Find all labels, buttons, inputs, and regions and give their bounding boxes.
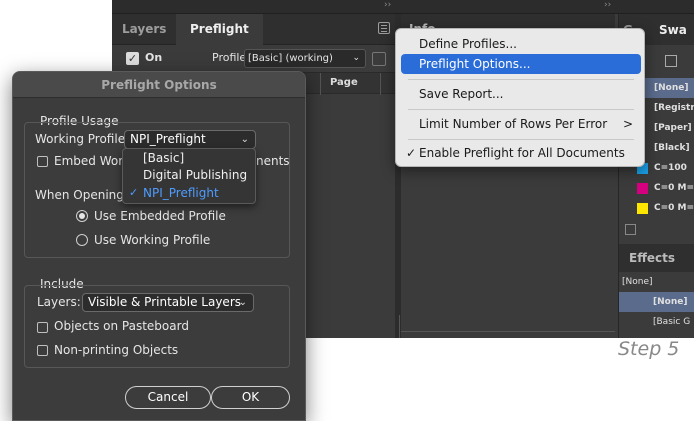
effects-row[interactable]: [None] (619, 292, 694, 312)
page-column-header[interactable]: Page (330, 77, 358, 88)
nonprinting-checkbox[interactable] (37, 345, 48, 356)
layers-select[interactable]: Visible & Printable Layers ⌄ (82, 293, 254, 312)
use-embedded-radio[interactable] (76, 210, 88, 222)
effects-row[interactable]: [None] (619, 272, 694, 292)
swatch-row[interactable]: C=0 M= (619, 198, 694, 218)
dropdown-option-basic[interactable]: [Basic] (143, 151, 184, 165)
menu-divider (408, 109, 634, 110)
use-working-radio[interactable] (76, 234, 88, 246)
menu-divider (408, 139, 634, 140)
swatch-label: [Registra (654, 103, 694, 113)
tab-effects[interactable]: Effects (629, 251, 675, 265)
preflight-controls-row: ✓ On Profile: [Basic] (working) ⌄ (112, 46, 395, 72)
fill-icon[interactable] (665, 55, 677, 67)
chevron-down-icon: ⌄ (240, 134, 249, 145)
swatch-chip (637, 183, 648, 194)
menu-item-label: Enable Preflight for All Documents (419, 146, 625, 160)
preflight-options-dialog: Preflight Options Profile Usage Working … (12, 71, 306, 421)
effects-tab-bar: Effects (619, 244, 694, 272)
chevron-right-icon: > (622, 117, 633, 131)
column-divider (380, 73, 381, 95)
cancel-button[interactable]: Cancel (125, 386, 211, 409)
swatch-label: C=0 M= (654, 183, 694, 193)
swatch-label: [Paper] (654, 123, 692, 133)
ok-button[interactable]: OK (211, 386, 290, 409)
use-embedded-label: Use Embedded Profile (94, 209, 226, 223)
on-label: On (145, 51, 163, 64)
use-working-label: Use Working Profile (94, 233, 211, 247)
new-swatch-icon[interactable] (625, 224, 636, 235)
step-label: Step 5 (618, 338, 680, 360)
nonprinting-label: Non-printing Objects (54, 343, 179, 357)
check-icon: ✓ (129, 186, 139, 199)
preflight-tab-bar: Layers Preflight (112, 14, 395, 45)
dropdown-option-digital-publishing[interactable]: Digital Publishing (143, 168, 247, 182)
embed-profile-icon[interactable] (372, 52, 386, 66)
chevron-down-icon: ⌄ (238, 297, 247, 308)
chevron-down-icon: ⌄ (352, 53, 360, 63)
pasteboard-checkbox[interactable] (37, 322, 48, 333)
check-icon: ✓ (406, 146, 417, 160)
menu-item-preflight-options[interactable]: Preflight Options... (401, 54, 641, 74)
embed-profile-checkbox[interactable] (37, 156, 48, 167)
profile-select[interactable]: [Basic] (working) ⌄ (244, 49, 366, 68)
dialog-title[interactable]: Preflight Options (13, 72, 305, 98)
layers-label: Layers: (37, 295, 81, 309)
tab-layers[interactable]: Layers (122, 14, 166, 45)
column-divider (320, 73, 321, 95)
pasteboard-label: Objects on Pasteboard (54, 319, 189, 333)
working-profile-select[interactable]: NPI_Preflight ⌄ (124, 130, 256, 149)
menu-item-enable-all[interactable]: ✓ Enable Preflight for All Documents (401, 143, 641, 163)
working-profile-dropdown: [Basic] Digital Publishing ✓ NPI_Preflig… (122, 148, 256, 204)
preflight-panel-menu: Define Profiles... Preflight Options... … (395, 28, 645, 167)
embed-profile-label-end: nents (256, 154, 290, 168)
panel-menu-icon[interactable] (378, 22, 390, 34)
working-profile-label: Working Profile: (35, 132, 130, 146)
swatch-chip (637, 203, 648, 214)
collapse-icon[interactable]: ›› (384, 0, 391, 10)
working-profile-value: NPI_Preflight (130, 132, 206, 146)
menu-item-label: Limit Number of Rows Per Error (419, 117, 608, 131)
swatch-label: [Black] (654, 143, 690, 153)
info-divider (401, 331, 615, 332)
collapse-icon[interactable]: ›› (604, 0, 611, 10)
menu-item-save-report[interactable]: Save Report... (401, 84, 641, 104)
profile-select-value: [Basic] (working) (248, 53, 333, 64)
effects-row[interactable]: [Basic G (619, 312, 694, 332)
dropdown-option-npi-preflight[interactable]: NPI_Preflight (143, 186, 219, 200)
info-divider (399, 315, 400, 338)
swatch-label: [None] (654, 83, 689, 93)
swatch-label: C=0 M= (654, 203, 694, 213)
menu-item-limit-rows[interactable]: Limit Number of Rows Per Error > (401, 114, 641, 134)
swatch-row[interactable]: C=0 M= (619, 178, 694, 198)
tab-swatches[interactable]: Swa (659, 23, 687, 37)
layers-select-value: Visible & Printable Layers (88, 295, 241, 309)
menu-divider (408, 79, 634, 80)
on-checkbox[interactable]: ✓ (126, 52, 139, 65)
panel-top-strip: ›› ›› (112, 0, 694, 14)
menu-item-define-profiles[interactable]: Define Profiles... (401, 34, 641, 54)
tab-preflight[interactable]: Preflight (176, 14, 263, 45)
swatch-label: C=100 (654, 163, 687, 173)
